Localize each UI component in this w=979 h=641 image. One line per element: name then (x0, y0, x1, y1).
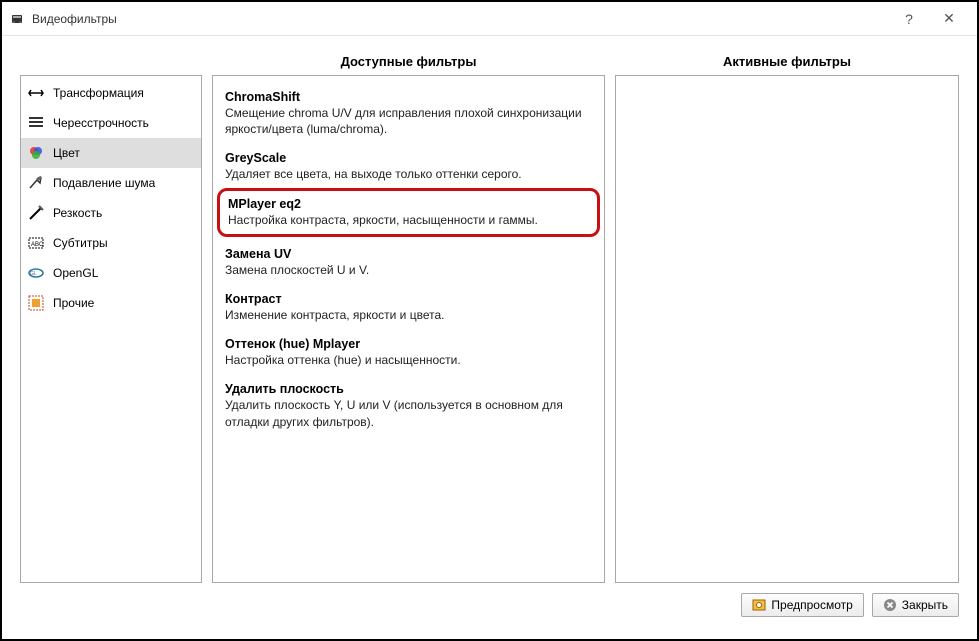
filter-hue-mplayer[interactable]: Оттенок (hue) Mplayer Настройка оттенка … (223, 331, 594, 376)
window-title: Видеофильтры (32, 12, 889, 26)
svg-text:ABC: ABC (31, 242, 44, 248)
filter-desc: Настройка контраста, яркости, насыщеннос… (228, 212, 589, 228)
filter-greyscale[interactable]: GreyScale Удаляет все цвета, на выходе т… (223, 145, 594, 190)
filter-mplayer-eq2[interactable]: MPlayer eq2 Настройка контраста, яркости… (217, 188, 600, 237)
category-label: Подавление шума (53, 176, 155, 190)
available-column: Доступные фильтры ChromaShift Смещение c… (212, 50, 605, 583)
preview-button[interactable]: Предпросмотр (741, 593, 863, 617)
subtitles-icon: ABC (27, 234, 45, 252)
filter-desc: Изменение контраста, яркости и цвета. (225, 307, 592, 323)
category-label: Прочие (53, 296, 94, 310)
denoise-icon (27, 174, 45, 192)
category-label: Трансформация (53, 86, 144, 100)
category-label: Субтитры (53, 236, 108, 250)
filter-desc: Удаляет все цвета, на выходе только отте… (225, 166, 592, 182)
columns: Трансформация Чересстрочность Цвет (20, 50, 959, 583)
close-window-button[interactable]: ✕ (929, 3, 969, 35)
active-column: Активные фильтры (615, 50, 959, 583)
available-panel: ChromaShift Смещение chroma U/V для испр… (212, 75, 605, 583)
filter-desc: Удалить плоскость Y, U или V (использует… (225, 397, 592, 429)
help-button[interactable]: ? (889, 3, 929, 35)
category-denoise[interactable]: Подавление шума (21, 168, 201, 198)
category-color[interactable]: Цвет (21, 138, 201, 168)
category-column: Трансформация Чересстрочность Цвет (20, 50, 202, 583)
filter-name: GreyScale (225, 151, 592, 165)
filter-name: Контраст (225, 292, 592, 306)
interlace-icon (27, 114, 45, 132)
filter-contrast[interactable]: Контраст Изменение контраста, яркости и … (223, 286, 594, 331)
category-list: Трансформация Чересстрочность Цвет (21, 76, 201, 320)
close-icon (883, 598, 897, 612)
transform-icon (27, 84, 45, 102)
category-panel: Трансформация Чересстрочность Цвет (20, 75, 202, 583)
category-label: Цвет (53, 146, 80, 160)
filter-name: Оттенок (hue) Mplayer (225, 337, 592, 351)
dialog-window: Видеофильтры ? ✕ Трансформация Чересстро… (0, 0, 979, 641)
color-icon (27, 144, 45, 162)
category-label: Резкость (53, 206, 102, 220)
preview-label: Предпросмотр (771, 598, 852, 612)
category-subtitles[interactable]: ABC Субтитры (21, 228, 201, 258)
filter-chromashift[interactable]: ChromaShift Смещение chroma U/V для испр… (223, 84, 594, 145)
filter-name: ChromaShift (225, 90, 592, 104)
category-label: Чересстрочность (53, 116, 149, 130)
filter-name: Замена UV (225, 247, 592, 261)
dialog-body: Трансформация Чересстрочность Цвет (2, 36, 977, 639)
active-header: Активные фильтры (615, 50, 959, 75)
filter-name: Удалить плоскость (225, 382, 592, 396)
filter-swap-uv[interactable]: Замена UV Замена плоскостей U и V. (223, 241, 594, 286)
sharpness-icon (27, 204, 45, 222)
filter-delete-plane[interactable]: Удалить плоскость Удалить плоскость Y, U… (223, 376, 594, 437)
category-label: OpenGL (53, 266, 98, 280)
filter-desc: Замена плоскостей U и V. (225, 262, 592, 278)
category-transform[interactable]: Трансформация (21, 78, 201, 108)
category-sharpness[interactable]: Резкость (21, 198, 201, 228)
available-filter-list: ChromaShift Смещение chroma U/V для испр… (213, 76, 604, 446)
svg-text:GL: GL (30, 271, 37, 277)
category-opengl[interactable]: GL OpenGL (21, 258, 201, 288)
category-misc[interactable]: Прочие (21, 288, 201, 318)
filter-desc: Смещение chroma U/V для исправления плох… (225, 105, 592, 137)
app-icon (10, 11, 26, 27)
category-interlace[interactable]: Чересстрочность (21, 108, 201, 138)
footer: Предпросмотр Закрыть (20, 583, 959, 631)
misc-icon (27, 294, 45, 312)
titlebar: Видеофильтры ? ✕ (2, 2, 977, 36)
active-panel[interactable] (615, 75, 959, 583)
filter-name: MPlayer eq2 (228, 197, 589, 211)
filter-desc: Настройка оттенка (hue) и насыщенности. (225, 352, 592, 368)
close-button[interactable]: Закрыть (872, 593, 959, 617)
opengl-icon: GL (27, 264, 45, 282)
close-label: Закрыть (902, 598, 948, 612)
preview-icon (752, 598, 766, 612)
available-header: Доступные фильтры (212, 50, 605, 75)
